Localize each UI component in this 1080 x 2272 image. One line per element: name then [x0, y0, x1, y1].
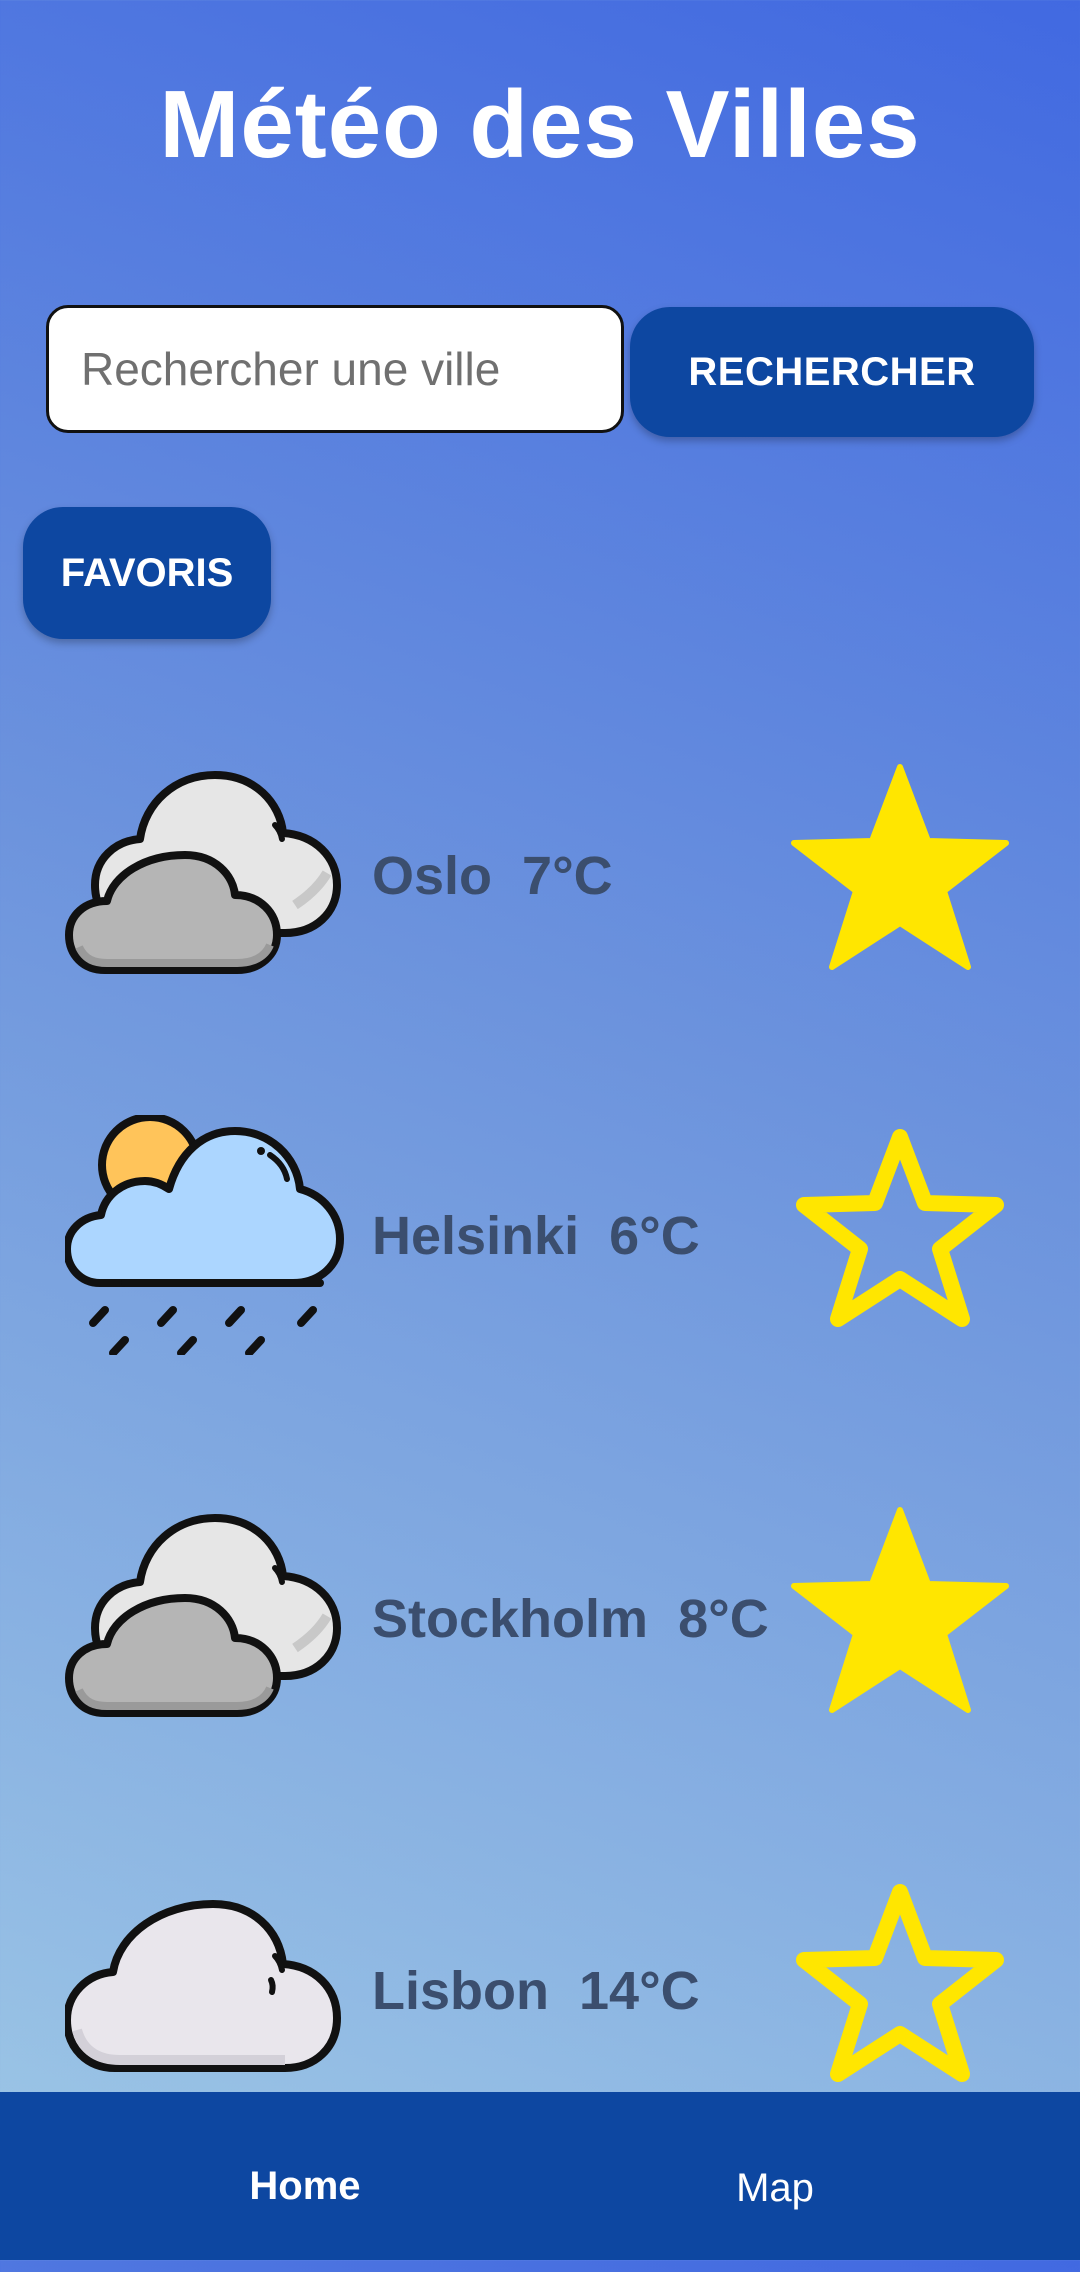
city-name: Lisbon	[372, 1961, 549, 2021]
favorite-star-outline-icon[interactable]	[780, 1870, 1020, 2110]
page-title: Météo des Villes	[159, 71, 921, 178]
favorite-star-filled-icon[interactable]	[780, 755, 1020, 995]
city-name: Oslo	[372, 846, 493, 906]
favorites-button[interactable]: FAVORIS	[23, 507, 271, 639]
search-button[interactable]: RECHERCHER	[630, 307, 1034, 437]
city-row-oslo: Oslo 7°C	[0, 755, 1080, 995]
bottom-navigation: Home Map	[0, 2092, 1080, 2260]
search-input[interactable]	[46, 305, 624, 433]
nav-home-label: Home	[249, 2163, 361, 2208]
city-name: Helsinki	[372, 1206, 580, 1266]
city-label: Oslo 7°C	[372, 845, 613, 907]
cloudy-icon	[65, 771, 341, 974]
city-label: Helsinki 6°C	[372, 1205, 700, 1267]
city-temperature: 14°C	[579, 1961, 700, 2021]
nav-map-label: Map	[736, 2165, 814, 2210]
favorite-star-filled-icon[interactable]	[780, 1498, 1020, 1738]
city-name: Stockholm	[372, 1589, 649, 1649]
partly-cloudy-rain-icon	[65, 1115, 344, 1355]
city-temperature: 6°C	[609, 1206, 700, 1266]
cloudy-icon	[65, 1514, 341, 1717]
city-temperature: 8°C	[678, 1589, 769, 1649]
city-label: Lisbon 14°C	[372, 1960, 700, 2022]
nav-map-tab[interactable]: Map	[505, 2104, 1045, 2272]
city-label: Stockholm 8°C	[372, 1588, 769, 1650]
nav-home-tab[interactable]: Home	[30, 2102, 570, 2270]
cloud-icon	[65, 1900, 341, 2072]
city-row-helsinki: Helsinki 6°C	[0, 1115, 1080, 1355]
favorite-star-outline-icon[interactable]	[780, 1115, 1020, 1355]
city-row-lisbon: Lisbon 14°C	[0, 1870, 1080, 2110]
city-temperature: 7°C	[522, 846, 613, 906]
city-row-stockholm: Stockholm 8°C	[0, 1498, 1080, 1738]
